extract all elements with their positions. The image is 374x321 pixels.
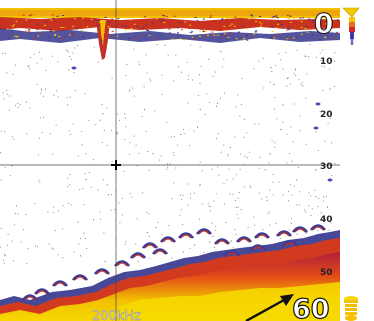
frequency-label: 200kHz	[92, 309, 141, 321]
range-bulb-icon[interactable]	[344, 296, 358, 321]
depth-tick-20: 20	[320, 110, 333, 120]
depth-tick-30: 30	[320, 162, 333, 172]
depth-tick-50: 50	[320, 268, 333, 278]
sonar-display[interactable]: 10 20 30 40 50 0 60 200kHz	[0, 0, 374, 321]
funnel-gain-icon[interactable]	[342, 7, 360, 45]
depth-tick-10: 10	[320, 57, 333, 67]
top-depth-value: 0	[314, 7, 333, 40]
depth-tick-40: 40	[320, 215, 333, 225]
bottom-depth-value: 60	[292, 294, 330, 321]
